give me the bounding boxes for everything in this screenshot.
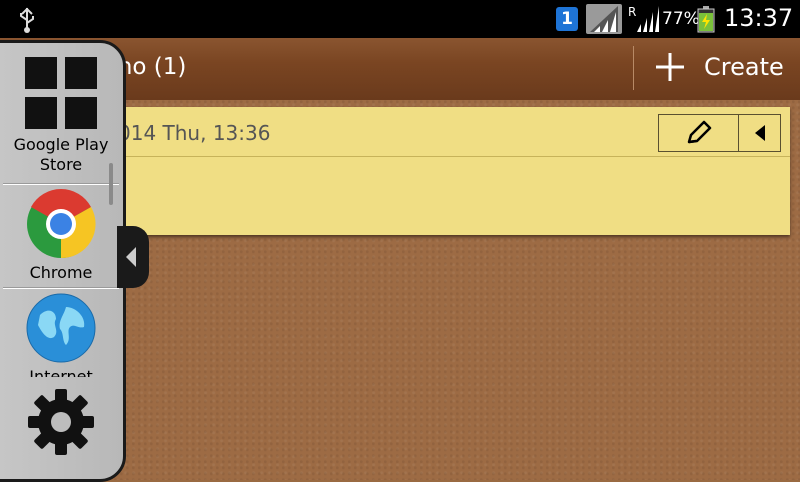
- status-bar: 1 R 77% 13:37: [0, 0, 800, 38]
- roaming-indicator: R: [628, 5, 636, 19]
- plus-icon[interactable]: [654, 51, 686, 87]
- drawer-handle[interactable]: [117, 226, 149, 288]
- arrow-left-icon: [754, 125, 765, 141]
- memo-date: 014 Thu, 13:36: [118, 121, 271, 145]
- expand-button[interactable]: [739, 115, 780, 151]
- app-internet[interactable]: Internet: [3, 293, 119, 377]
- app-label: Internet: [29, 367, 93, 377]
- drawer-separator: [3, 287, 119, 289]
- memo-actions: [658, 114, 781, 152]
- app-chrome[interactable]: Chrome: [3, 189, 119, 283]
- app-label: Chrome: [29, 263, 93, 282]
- gear-icon: [28, 389, 94, 455]
- drawer-separator: [3, 183, 119, 185]
- battery-percent: 77%: [662, 9, 700, 29]
- roaming-signal-icon: R: [627, 4, 661, 38]
- header-divider: [633, 46, 634, 90]
- create-button[interactable]: Create: [704, 53, 784, 81]
- app-settings[interactable]: [3, 387, 119, 461]
- chrome-icon: [27, 189, 96, 259]
- battery-charging-icon: [697, 5, 715, 37]
- pencil-icon: [687, 120, 711, 144]
- drawer-scrollbar[interactable]: [109, 163, 113, 205]
- app-drawer: Google Play Store Chrome Internet: [0, 40, 126, 482]
- signal-icon: [586, 4, 622, 34]
- edit-button[interactable]: [659, 115, 740, 151]
- clock: 13:37: [724, 4, 794, 32]
- memo-card[interactable]: 014 Thu, 13:36: [100, 107, 790, 235]
- usb-icon: [16, 6, 38, 38]
- app-label: Google Play Store: [13, 135, 109, 174]
- globe-icon: [26, 293, 96, 363]
- grid-icon: [25, 57, 97, 129]
- memo-divider: [100, 156, 790, 157]
- collapse-arrow-icon: [126, 247, 136, 267]
- sim-badge: 1: [556, 7, 578, 31]
- app-google-play-store[interactable]: Google Play Store: [3, 55, 119, 175]
